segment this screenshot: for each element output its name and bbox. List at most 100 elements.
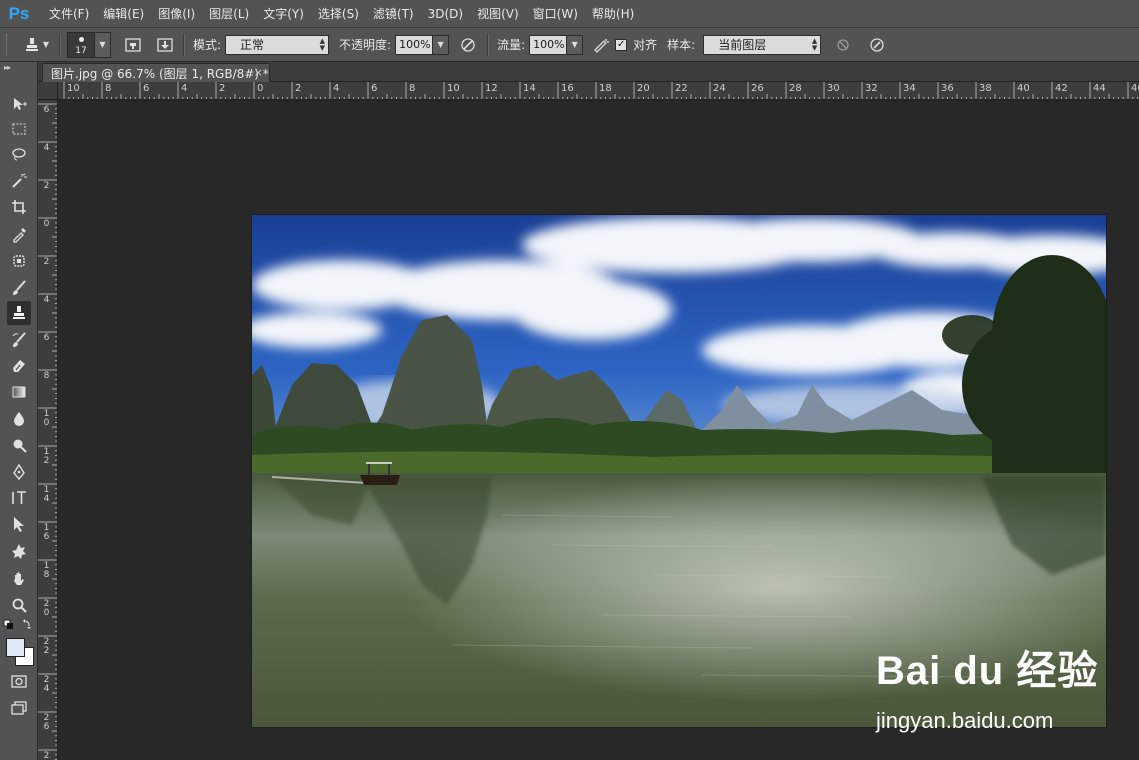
document-tab[interactable]: 图片.jpg @ 66.7% (图层 1, RGB/8#) * × (42, 63, 270, 82)
menu-select[interactable]: 选择(S) (311, 0, 366, 28)
clone-stamp-icon (13, 306, 25, 319)
clone-stamp-icon (25, 37, 38, 51)
eraser-tool[interactable] (7, 353, 31, 377)
rectangular-marquee-icon (12, 123, 26, 135)
ruler-label: 6 (43, 333, 50, 343)
brush-dropdown-button[interactable]: ▼ (95, 31, 111, 58)
ruler-label: 46 (1131, 83, 1139, 94)
airbrush-button[interactable] (587, 33, 615, 57)
foreground-color-swatch[interactable] (6, 638, 25, 657)
default-colors-icon (3, 619, 31, 629)
ruler-label: 20 (43, 599, 50, 618)
lasso-tool[interactable] (7, 142, 31, 166)
dodge-tool[interactable] (7, 434, 31, 458)
eyedropper-tool[interactable] (7, 222, 31, 246)
airbrush-icon (594, 38, 610, 53)
brush-tool[interactable] (7, 276, 31, 300)
horizontal-ruler[interactable]: 10 8 6 4 2 0 2 4 6 8 10 12 14 16 18 20 22 24 26 28 30 32 34 36 3… (58, 82, 1139, 100)
ruler-label: 42 (1055, 83, 1068, 94)
magic-wand-tool[interactable] (7, 169, 31, 193)
opacity-input[interactable]: 100% (395, 34, 434, 55)
magic-wand-icon (12, 173, 27, 188)
quick-mask-button[interactable] (7, 669, 31, 693)
vertical-ruler[interactable]: 6420246810121416182022242628 (38, 100, 58, 760)
canvas-area[interactable]: Bai du 经验 jingyan.baidu.com (58, 100, 1139, 760)
tool-preset-picker[interactable]: ▼ (19, 33, 53, 57)
hand-icon (14, 572, 24, 585)
ruler-label: 10 (43, 409, 50, 428)
opacity-slider-button[interactable]: ▼ (433, 34, 450, 55)
custom-shape-tool[interactable] (7, 539, 31, 563)
ruler-label: 2 (43, 257, 50, 267)
custom-shape-icon (12, 544, 26, 559)
menu-type[interactable]: 文字(Y) (256, 0, 311, 28)
healing-brush-tool[interactable] (7, 249, 31, 273)
ruler-label: 10 (447, 83, 460, 94)
ruler-label: 36 (941, 83, 954, 94)
brush-preset-picker[interactable]: 17 (67, 31, 95, 58)
aligned-checkbox[interactable]: ✓ (615, 38, 628, 51)
flow-slider-button[interactable]: ▼ (567, 34, 584, 55)
menu-image[interactable]: 图像(I) (151, 0, 202, 28)
zoom-tool[interactable] (7, 593, 31, 617)
toggle-clone-source-button[interactable] (153, 33, 177, 57)
photoshop-logo: Ps (8, 3, 30, 23)
sample-select[interactable]: 当前图层 ▲ ▼ (703, 34, 822, 55)
toolbox: ▸▸ (0, 62, 38, 760)
default-colors-button[interactable] (2, 618, 36, 632)
menu-view[interactable]: 视图(V) (470, 0, 526, 28)
pressure-size-button[interactable] (865, 33, 889, 57)
crop-icon (12, 200, 26, 214)
menu-help[interactable]: 帮助(H) (585, 0, 641, 28)
ruler-label: 18 (43, 561, 50, 580)
menu-filter[interactable]: 滤镜(T) (366, 0, 421, 28)
gradient-tool[interactable] (7, 380, 31, 404)
ruler-label: 6 (43, 105, 50, 115)
mode-value: 正常 (240, 38, 265, 52)
ruler-label: 2 (219, 83, 226, 94)
menu-window[interactable]: 窗口(W) (526, 0, 585, 28)
pressure-opacity-button[interactable] (455, 33, 481, 57)
menu-layer[interactable]: 图层(L) (202, 0, 256, 28)
ruler-label: 34 (903, 83, 916, 94)
screen-mode-button[interactable] (7, 696, 31, 720)
history-brush-tool[interactable] (7, 328, 31, 352)
close-icon[interactable]: × (254, 66, 263, 79)
ruler-origin[interactable] (38, 82, 58, 100)
hand-tool[interactable] (7, 567, 31, 591)
clone-stamp-tool[interactable] (7, 301, 31, 325)
ruler-label: 14 (523, 83, 536, 94)
ruler-label: 2 (295, 83, 302, 94)
zoom-icon (12, 598, 27, 613)
blur-tool[interactable] (7, 407, 31, 431)
color-swatches[interactable] (5, 637, 35, 667)
flow-input[interactable]: 100% (529, 34, 568, 55)
pen-tool[interactable] (7, 460, 31, 484)
path-selection-tool[interactable] (7, 512, 31, 536)
toggle-brush-panel-button[interactable] (121, 33, 145, 57)
brush-panel-icon (125, 37, 141, 52)
crop-tool[interactable] (7, 195, 31, 219)
mode-select[interactable]: 正常 ▲ ▼ (225, 34, 330, 55)
options-bar-grip[interactable] (6, 33, 11, 56)
lasso-icon (12, 148, 26, 161)
document-tab-title: 图片.jpg @ 66.7% (图层 1, RGB/8#) * (51, 66, 269, 81)
type-tool[interactable] (7, 486, 31, 510)
move-tool[interactable] (7, 92, 31, 116)
select-arrows-icon: ▲ ▼ (811, 36, 818, 52)
menu-3d[interactable]: 3D(D) (421, 0, 470, 28)
marquee-tool[interactable] (7, 117, 31, 141)
ruler-label: 8 (43, 371, 50, 381)
flow-label: 流量: (497, 38, 526, 52)
brush-size: 17 (75, 45, 87, 56)
ruler-label: 28 (43, 751, 50, 760)
ruler-label: 0 (257, 83, 264, 94)
ruler-label: 22 (43, 637, 50, 656)
ignore-adjustment-layers-button[interactable] (831, 33, 855, 57)
separator (59, 33, 61, 56)
toolbox-collapse-icon[interactable]: ▸▸ (0, 62, 37, 74)
ruler-label: 24 (43, 675, 50, 694)
gradient-icon (12, 386, 26, 398)
menu-edit[interactable]: 编辑(E) (96, 0, 151, 28)
menu-file[interactable]: 文件(F) (42, 0, 96, 28)
